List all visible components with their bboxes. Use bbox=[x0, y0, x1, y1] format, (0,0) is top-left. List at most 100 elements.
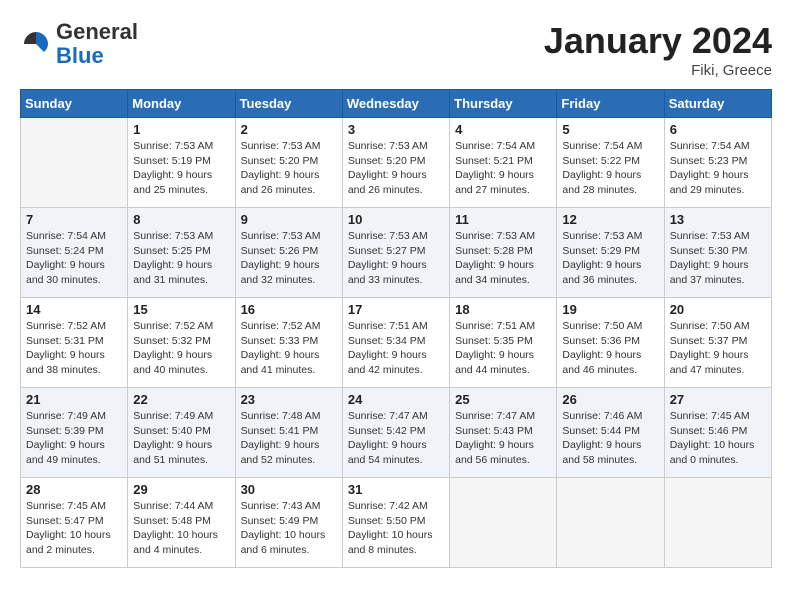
calendar-week-row: 7 Sunrise: 7:54 AMSunset: 5:24 PMDaylight… bbox=[21, 208, 772, 298]
day-number: 15 bbox=[133, 302, 229, 317]
logo-general: General bbox=[56, 19, 138, 44]
day-info: Sunrise: 7:54 AMSunset: 5:22 PMDaylight:… bbox=[562, 139, 658, 198]
calendar-cell: 25 Sunrise: 7:47 AMSunset: 5:43 PMDayligh… bbox=[450, 388, 557, 478]
day-number: 23 bbox=[241, 392, 337, 407]
day-number: 24 bbox=[348, 392, 444, 407]
calendar-cell: 28 Sunrise: 7:45 AMSunset: 5:47 PMDayligh… bbox=[21, 478, 128, 568]
day-info: Sunrise: 7:53 AMSunset: 5:27 PMDaylight:… bbox=[348, 229, 444, 288]
weekday-header-tuesday: Tuesday bbox=[235, 90, 342, 118]
day-number: 25 bbox=[455, 392, 551, 407]
weekday-header-wednesday: Wednesday bbox=[342, 90, 449, 118]
logo: General Blue bbox=[20, 20, 138, 68]
day-info: Sunrise: 7:53 AMSunset: 5:30 PMDaylight:… bbox=[670, 229, 766, 288]
day-info: Sunrise: 7:53 AMSunset: 5:20 PMDaylight:… bbox=[348, 139, 444, 198]
day-info: Sunrise: 7:53 AMSunset: 5:29 PMDaylight:… bbox=[562, 229, 658, 288]
day-info: Sunrise: 7:48 AMSunset: 5:41 PMDaylight:… bbox=[241, 409, 337, 468]
day-info: Sunrise: 7:43 AMSunset: 5:49 PMDaylight:… bbox=[241, 499, 337, 558]
weekday-header-thursday: Thursday bbox=[450, 90, 557, 118]
day-info: Sunrise: 7:45 AMSunset: 5:47 PMDaylight:… bbox=[26, 499, 122, 558]
day-number: 26 bbox=[562, 392, 658, 407]
day-info: Sunrise: 7:50 AMSunset: 5:37 PMDaylight:… bbox=[670, 319, 766, 378]
day-info: Sunrise: 7:47 AMSunset: 5:43 PMDaylight:… bbox=[455, 409, 551, 468]
calendar-cell: 17 Sunrise: 7:51 AMSunset: 5:34 PMDayligh… bbox=[342, 298, 449, 388]
day-number: 31 bbox=[348, 482, 444, 497]
day-number: 18 bbox=[455, 302, 551, 317]
day-info: Sunrise: 7:53 AMSunset: 5:25 PMDaylight:… bbox=[133, 229, 229, 288]
weekday-header-sunday: Sunday bbox=[21, 90, 128, 118]
calendar-cell: 13 Sunrise: 7:53 AMSunset: 5:30 PMDayligh… bbox=[664, 208, 771, 298]
logo-text: General Blue bbox=[56, 20, 138, 68]
day-number: 7 bbox=[26, 212, 122, 227]
calendar-cell: 29 Sunrise: 7:44 AMSunset: 5:48 PMDayligh… bbox=[128, 478, 235, 568]
calendar-week-row: 14 Sunrise: 7:52 AMSunset: 5:31 PMDayligh… bbox=[21, 298, 772, 388]
calendar-cell: 2 Sunrise: 7:53 AMSunset: 5:20 PMDaylight… bbox=[235, 118, 342, 208]
day-number: 5 bbox=[562, 122, 658, 137]
day-info: Sunrise: 7:53 AMSunset: 5:28 PMDaylight:… bbox=[455, 229, 551, 288]
logo-icon bbox=[20, 28, 52, 60]
calendar-cell: 5 Sunrise: 7:54 AMSunset: 5:22 PMDaylight… bbox=[557, 118, 664, 208]
day-info: Sunrise: 7:54 AMSunset: 5:23 PMDaylight:… bbox=[670, 139, 766, 198]
calendar-cell bbox=[664, 478, 771, 568]
calendar-cell: 19Sunrise: 7:50 AMSunset: 5:36 PMDayligh… bbox=[557, 298, 664, 388]
calendar-cell: 9Sunrise: 7:53 AMSunset: 5:26 PMDaylight… bbox=[235, 208, 342, 298]
calendar-cell: 23 Sunrise: 7:48 AMSunset: 5:41 PMDayligh… bbox=[235, 388, 342, 478]
day-info: Sunrise: 7:54 AMSunset: 5:24 PMDaylight:… bbox=[26, 229, 122, 288]
day-number: 29 bbox=[133, 482, 229, 497]
calendar-cell bbox=[557, 478, 664, 568]
calendar-cell: 21Sunrise: 7:49 AMSunset: 5:39 PMDayligh… bbox=[21, 388, 128, 478]
location: Fiki, Greece bbox=[544, 62, 772, 79]
calendar-cell: 16Sunrise: 7:52 AMSunset: 5:33 PMDayligh… bbox=[235, 298, 342, 388]
day-number: 30 bbox=[241, 482, 337, 497]
calendar-cell: 26 Sunrise: 7:46 AMSunset: 5:44 PMDayligh… bbox=[557, 388, 664, 478]
calendar-cell: 30 Sunrise: 7:43 AMSunset: 5:49 PMDayligh… bbox=[235, 478, 342, 568]
day-number: 28 bbox=[26, 482, 122, 497]
calendar-week-row: 1 Sunrise: 7:53 AMSunset: 5:19 PMDaylight… bbox=[21, 118, 772, 208]
calendar-week-row: 21Sunrise: 7:49 AMSunset: 5:39 PMDayligh… bbox=[21, 388, 772, 478]
day-info: Sunrise: 7:42 AMSunset: 5:50 PMDaylight:… bbox=[348, 499, 444, 558]
day-info: Sunrise: 7:51 AMSunset: 5:35 PMDaylight:… bbox=[455, 319, 551, 378]
day-number: 1 bbox=[133, 122, 229, 137]
page-container: General Blue January 2024 Fiki, Greece S… bbox=[20, 20, 772, 568]
title-area: January 2024 Fiki, Greece bbox=[544, 20, 772, 79]
calendar-cell: 15 Sunrise: 7:52 AMSunset: 5:32 PMDayligh… bbox=[128, 298, 235, 388]
day-number: 17 bbox=[348, 302, 444, 317]
day-info: Sunrise: 7:52 AMSunset: 5:31 PMDaylight:… bbox=[26, 319, 122, 378]
logo-blue: Blue bbox=[56, 43, 104, 68]
calendar-cell: 11Sunrise: 7:53 AMSunset: 5:28 PMDayligh… bbox=[450, 208, 557, 298]
calendar-week-row: 28 Sunrise: 7:45 AMSunset: 5:47 PMDayligh… bbox=[21, 478, 772, 568]
day-number: 14 bbox=[26, 302, 122, 317]
day-info: Sunrise: 7:44 AMSunset: 5:48 PMDaylight:… bbox=[133, 499, 229, 558]
calendar-header-row: SundayMondayTuesdayWednesdayThursdayFrid… bbox=[21, 90, 772, 118]
day-info: Sunrise: 7:53 AMSunset: 5:19 PMDaylight:… bbox=[133, 139, 229, 198]
day-info: Sunrise: 7:51 AMSunset: 5:34 PMDaylight:… bbox=[348, 319, 444, 378]
calendar-cell: 20 Sunrise: 7:50 AMSunset: 5:37 PMDayligh… bbox=[664, 298, 771, 388]
weekday-header-saturday: Saturday bbox=[664, 90, 771, 118]
day-number: 20 bbox=[670, 302, 766, 317]
day-info: Sunrise: 7:53 AMSunset: 5:26 PMDaylight:… bbox=[241, 229, 337, 288]
calendar-cell: 4Sunrise: 7:54 AMSunset: 5:21 PMDaylight… bbox=[450, 118, 557, 208]
day-number: 13 bbox=[670, 212, 766, 227]
day-info: Sunrise: 7:52 AMSunset: 5:33 PMDaylight:… bbox=[241, 319, 337, 378]
day-number: 27 bbox=[670, 392, 766, 407]
day-info: Sunrise: 7:50 AMSunset: 5:36 PMDaylight:… bbox=[562, 319, 658, 378]
weekday-header-friday: Friday bbox=[557, 90, 664, 118]
calendar-cell bbox=[21, 118, 128, 208]
day-info: Sunrise: 7:47 AMSunset: 5:42 PMDaylight:… bbox=[348, 409, 444, 468]
calendar-cell: 3 Sunrise: 7:53 AMSunset: 5:20 PMDaylight… bbox=[342, 118, 449, 208]
weekday-header-monday: Monday bbox=[128, 90, 235, 118]
day-info: Sunrise: 7:52 AMSunset: 5:32 PMDaylight:… bbox=[133, 319, 229, 378]
day-number: 12 bbox=[562, 212, 658, 227]
day-number: 2 bbox=[241, 122, 337, 137]
calendar-cell: 18 Sunrise: 7:51 AMSunset: 5:35 PMDayligh… bbox=[450, 298, 557, 388]
calendar-cell: 12 Sunrise: 7:53 AMSunset: 5:29 PMDayligh… bbox=[557, 208, 664, 298]
day-number: 3 bbox=[348, 122, 444, 137]
day-info: Sunrise: 7:53 AMSunset: 5:20 PMDaylight:… bbox=[241, 139, 337, 198]
day-info: Sunrise: 7:49 AMSunset: 5:40 PMDaylight:… bbox=[133, 409, 229, 468]
calendar-cell: 10 Sunrise: 7:53 AMSunset: 5:27 PMDayligh… bbox=[342, 208, 449, 298]
day-info: Sunrise: 7:46 AMSunset: 5:44 PMDaylight:… bbox=[562, 409, 658, 468]
calendar-cell: 7 Sunrise: 7:54 AMSunset: 5:24 PMDaylight… bbox=[21, 208, 128, 298]
day-number: 10 bbox=[348, 212, 444, 227]
calendar-cell: 6Sunrise: 7:54 AMSunset: 5:23 PMDaylight… bbox=[664, 118, 771, 208]
page-header: General Blue January 2024 Fiki, Greece bbox=[20, 20, 772, 79]
day-number: 22 bbox=[133, 392, 229, 407]
